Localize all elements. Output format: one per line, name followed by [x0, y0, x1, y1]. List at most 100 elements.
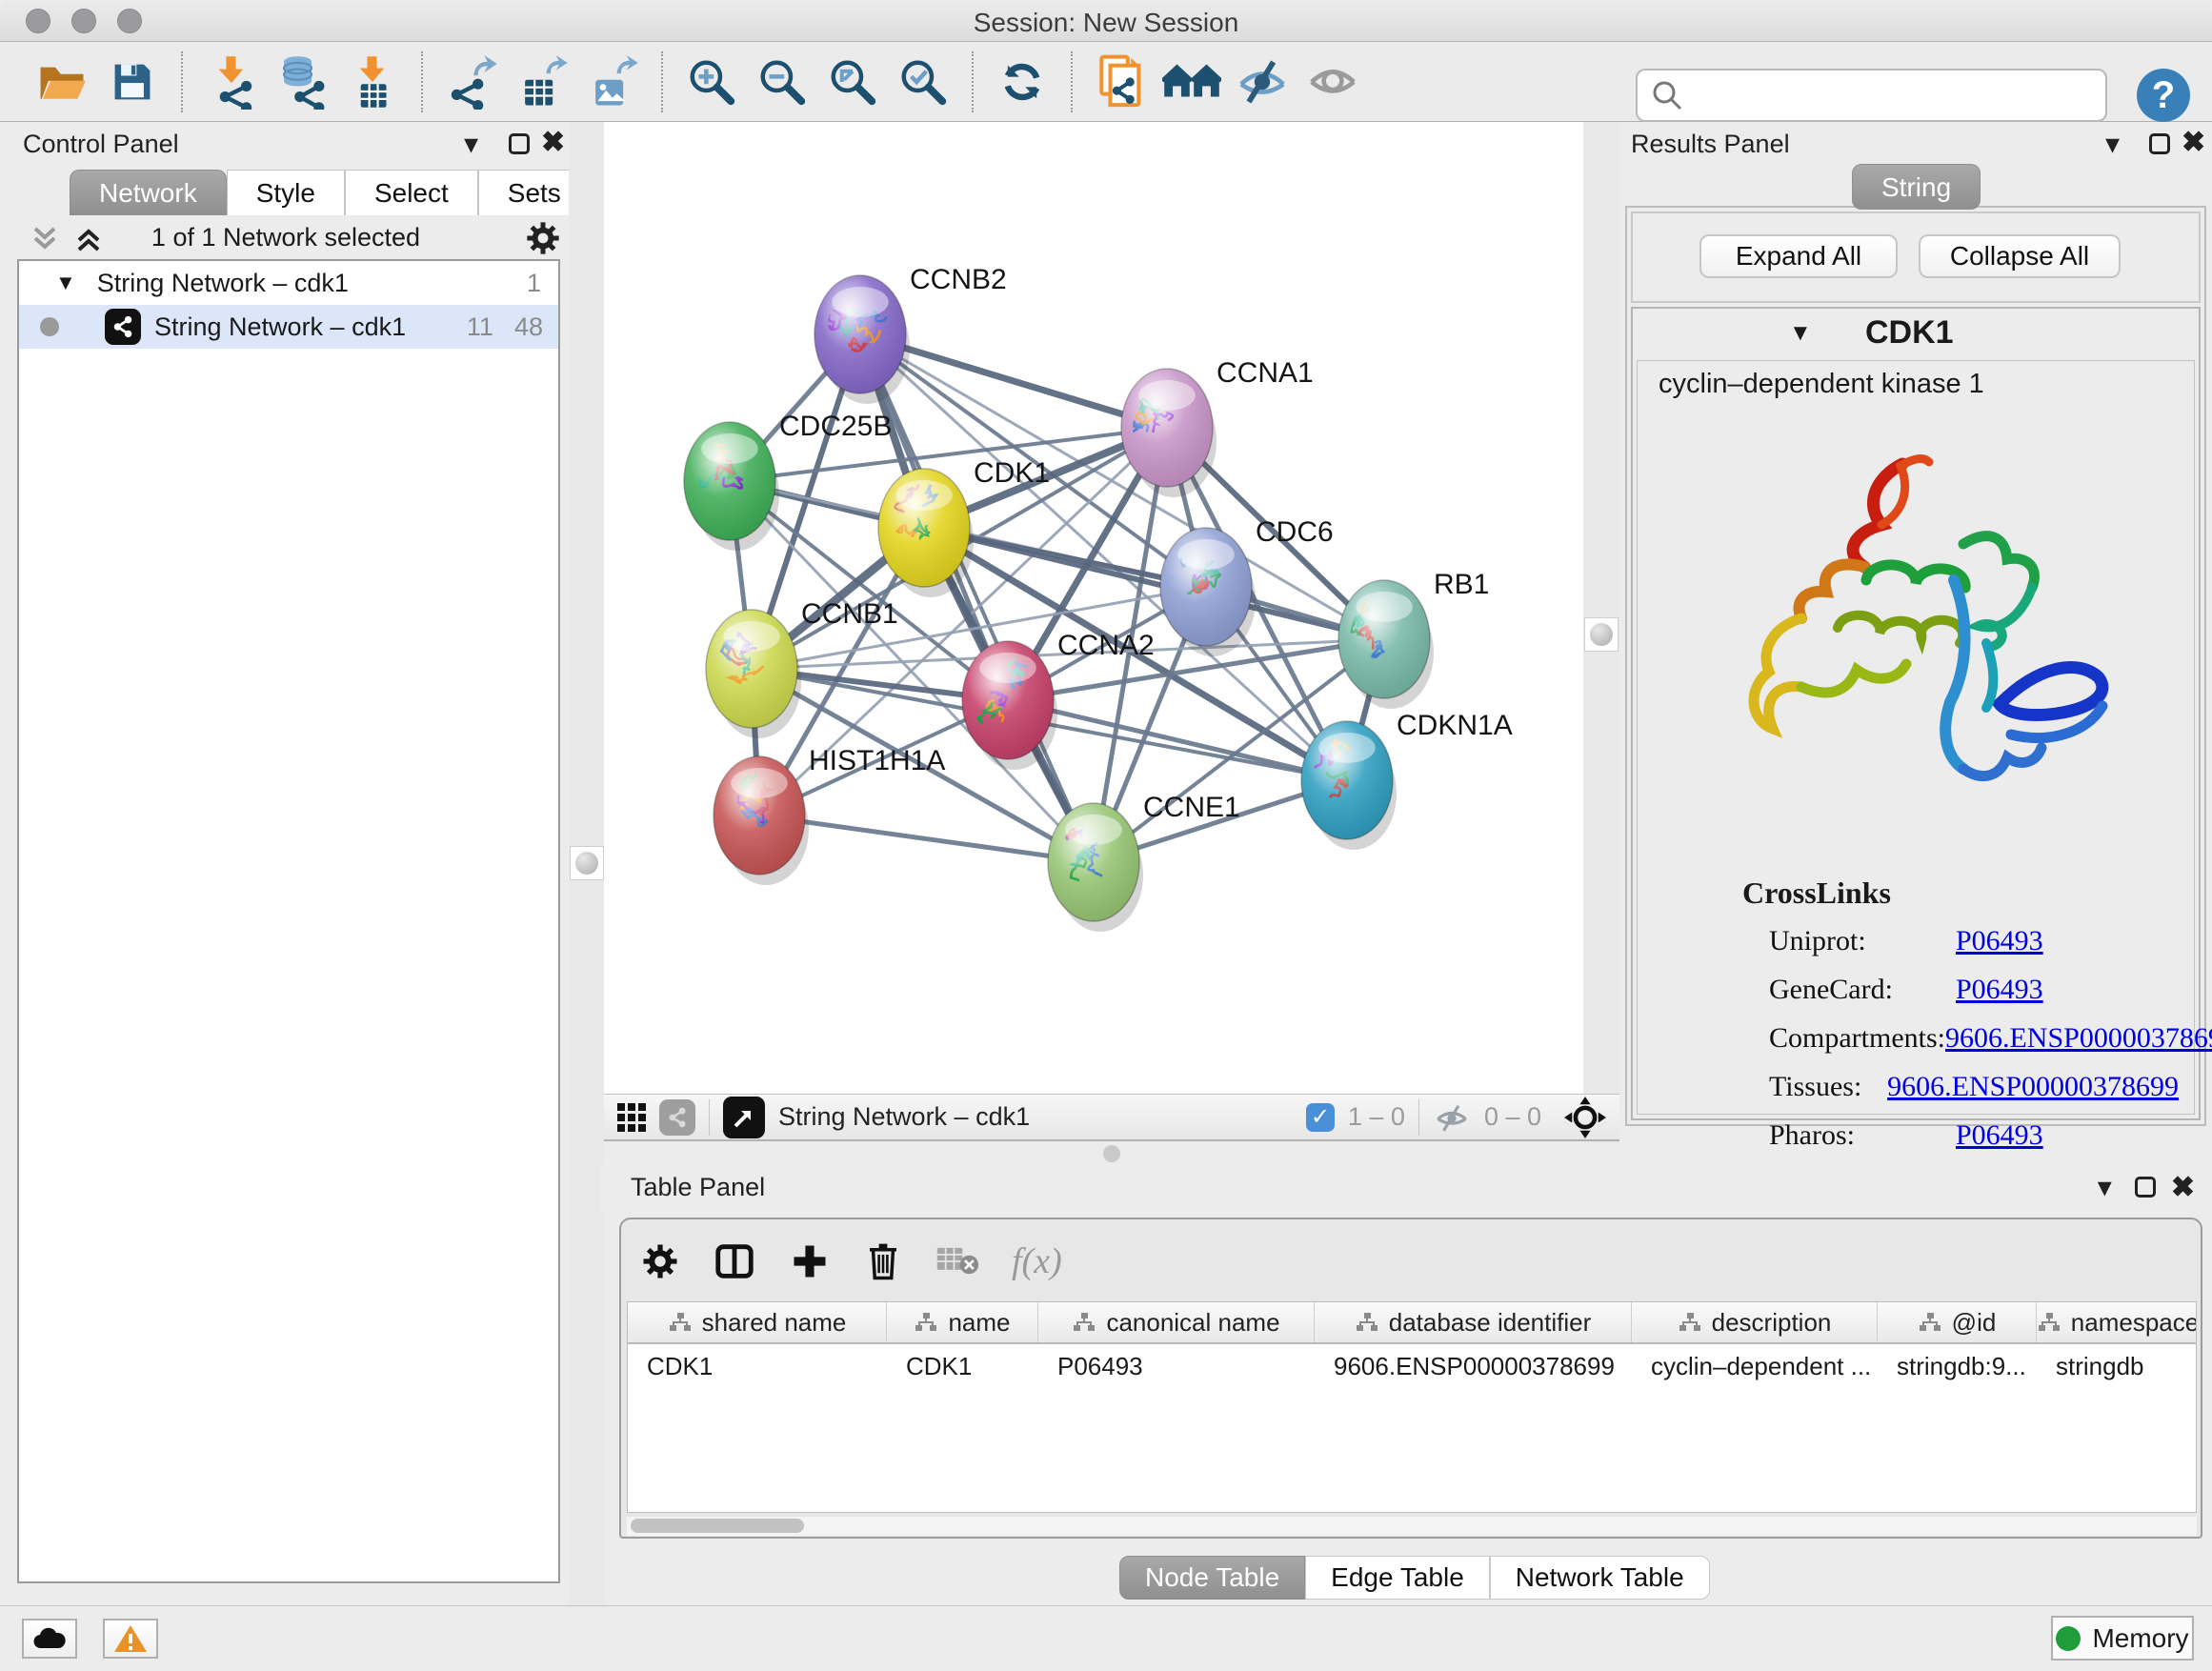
- crosslink-link[interactable]: P06493: [1956, 974, 2043, 1006]
- control-panel-float-icon[interactable]: ▾: [464, 128, 478, 161]
- collapse-all-button[interactable]: Collapse All: [1919, 234, 2121, 278]
- tab-style[interactable]: Style: [227, 170, 345, 215]
- column-header[interactable]: description: [1632, 1302, 1878, 1342]
- network-tree: ▼ String Network – cdk1 1 String Network…: [17, 259, 560, 1583]
- warnings-button[interactable]: [103, 1619, 158, 1659]
- zoom-fit-button[interactable]: [817, 46, 888, 118]
- open-file-button[interactable]: [27, 46, 97, 118]
- grid-view-icon[interactable]: [617, 1103, 646, 1132]
- network-options-gear-icon[interactable]: [524, 219, 562, 257]
- table-row[interactable]: CDK1CDK1P064939606.ENSP00000378699cyclin…: [628, 1344, 2196, 1388]
- column-header[interactable]: database identifier: [1315, 1302, 1632, 1342]
- hide-selected-button[interactable]: [1227, 46, 1297, 118]
- table-cell[interactable]: stringdb:9...: [1878, 1344, 2037, 1388]
- export-table-button[interactable]: [507, 46, 577, 118]
- tab-edge-table[interactable]: Edge Table: [1305, 1556, 1490, 1600]
- graph-node-RB1[interactable]: [1338, 580, 1434, 709]
- table-panel-close-icon[interactable]: ✖: [2171, 1171, 2195, 1204]
- control-panel-undock-icon[interactable]: [509, 133, 530, 154]
- hidden-counts: 0 – 0: [1484, 1102, 1541, 1132]
- crosslink-link[interactable]: 9606.ENSP00000378699: [1945, 1022, 2212, 1055]
- delete-column-icon[interactable]: [863, 1239, 903, 1283]
- results-panel-float-icon[interactable]: ▾: [2105, 128, 2120, 161]
- birds-eye-view-icon[interactable]: [723, 1097, 765, 1138]
- graph-node-CCNB2[interactable]: [814, 275, 910, 404]
- table-settings-gear-icon[interactable]: [640, 1241, 680, 1281]
- export-network-icon: [446, 54, 497, 110]
- table-cell[interactable]: P06493: [1038, 1344, 1315, 1388]
- column-header[interactable]: name: [887, 1302, 1038, 1342]
- center-view-crosshair-icon[interactable]: [1564, 1097, 1606, 1138]
- search-input[interactable]: [1683, 81, 2083, 111]
- tab-network[interactable]: Network: [70, 170, 227, 215]
- card-collapse-arrow-icon[interactable]: ▼: [1789, 320, 1812, 347]
- cloud-button[interactable]: [22, 1619, 77, 1659]
- import-network-database-button[interactable]: [267, 46, 337, 118]
- graph-node-CDKN1A[interactable]: [1301, 721, 1397, 850]
- memory-button[interactable]: Memory: [2051, 1616, 2194, 1661]
- save-icon: [108, 57, 157, 107]
- right-splitter[interactable]: [1583, 122, 1619, 1164]
- import-table-file-button[interactable]: [337, 46, 408, 118]
- graph-node-HIST1H1A[interactable]: [714, 756, 809, 885]
- column-header[interactable]: canonical name: [1038, 1302, 1315, 1342]
- help-button[interactable]: ?: [2137, 69, 2190, 122]
- export-image-button[interactable]: [577, 46, 648, 118]
- graph-node-CDC6[interactable]: [1160, 528, 1256, 656]
- status-bar: Memory: [0, 1605, 2212, 1671]
- control-panel-close-icon[interactable]: ✖: [541, 126, 565, 159]
- network-badge-icon[interactable]: [659, 1099, 695, 1136]
- column-header[interactable]: @id: [1878, 1302, 2037, 1342]
- graph-node-CCNB1[interactable]: [706, 610, 801, 738]
- network-graph[interactable]: CCNB2CCNA1CDC25BCDK1CDC6RB1CCNB1CCNA2CDK…: [604, 122, 1583, 1094]
- table-hscrollbar[interactable]: [627, 1517, 2197, 1536]
- save-session-button[interactable]: [97, 46, 168, 118]
- zoom-out-button[interactable]: [747, 46, 817, 118]
- table-cell[interactable]: 9606.ENSP00000378699: [1315, 1344, 1632, 1388]
- left-splitter-handle[interactable]: [570, 846, 604, 880]
- crosslink-link[interactable]: 9606.ENSP00000378699: [1887, 1071, 2179, 1103]
- table-panel-undock-icon[interactable]: [2135, 1177, 2156, 1198]
- graph-node-CCNE1[interactable]: [1048, 803, 1143, 932]
- show-columns-icon[interactable]: [713, 1239, 756, 1283]
- column-header[interactable]: namespace: [2037, 1302, 2197, 1342]
- crosslink-link[interactable]: P06493: [1956, 1119, 2043, 1152]
- results-panel-close-icon[interactable]: ✖: [2182, 126, 2205, 159]
- tab-select[interactable]: Select: [345, 170, 478, 215]
- tab-string[interactable]: String: [1852, 164, 1981, 210]
- right-splitter-handle[interactable]: [1584, 617, 1619, 652]
- refresh-view-button[interactable]: [987, 46, 1057, 118]
- table-hscroll-thumb[interactable]: [631, 1519, 804, 1533]
- add-column-icon[interactable]: [789, 1240, 831, 1282]
- first-neighbors-button[interactable]: [1156, 46, 1227, 118]
- column-header[interactable]: shared name: [628, 1302, 887, 1342]
- network-collection-row[interactable]: ▼ String Network – cdk1 1: [19, 261, 558, 305]
- selected-checkbox-icon[interactable]: ✓: [1306, 1103, 1335, 1132]
- zoom-in-button[interactable]: [676, 46, 747, 118]
- network-label: String Network – cdk1: [154, 312, 406, 342]
- table-cell[interactable]: CDK1: [628, 1344, 887, 1388]
- expand-all-button[interactable]: Expand All: [1699, 234, 1898, 278]
- zoom-fit-icon: [827, 56, 878, 108]
- network-view-canvas[interactable]: CCNB2CCNA1CDC25BCDK1CDC6RB1CCNB1CCNA2CDK…: [604, 122, 1583, 1094]
- table-cell[interactable]: cyclin–dependent ...: [1632, 1344, 1878, 1388]
- table-cell[interactable]: CDK1: [887, 1344, 1038, 1388]
- import-network-file-button[interactable]: [196, 46, 267, 118]
- splitter-dot[interactable]: [1103, 1145, 1120, 1162]
- results-panel-undock-icon[interactable]: [2149, 133, 2170, 154]
- zoom-selected-button[interactable]: [888, 46, 958, 118]
- export-network-button[interactable]: [436, 46, 507, 118]
- tab-node-table[interactable]: Node Table: [1119, 1556, 1305, 1600]
- table-cell[interactable]: stringdb: [2037, 1344, 2197, 1388]
- tab-network-table[interactable]: Network Table: [1490, 1556, 1710, 1600]
- horizontal-splitter[interactable]: [604, 1143, 1619, 1164]
- graph-node-CCNA2[interactable]: [962, 641, 1057, 770]
- network-row[interactable]: String Network – cdk1 11 48: [19, 305, 558, 349]
- collection-expand-arrow-icon[interactable]: ▼: [55, 271, 76, 295]
- crosslink-link[interactable]: P06493: [1956, 925, 2043, 957]
- left-splitter[interactable]: [569, 122, 604, 1605]
- clone-network-button[interactable]: [1086, 46, 1156, 118]
- search-field[interactable]: [1636, 69, 2107, 122]
- show-all-button[interactable]: [1297, 46, 1368, 118]
- table-panel-float-icon[interactable]: ▾: [2098, 1171, 2112, 1204]
